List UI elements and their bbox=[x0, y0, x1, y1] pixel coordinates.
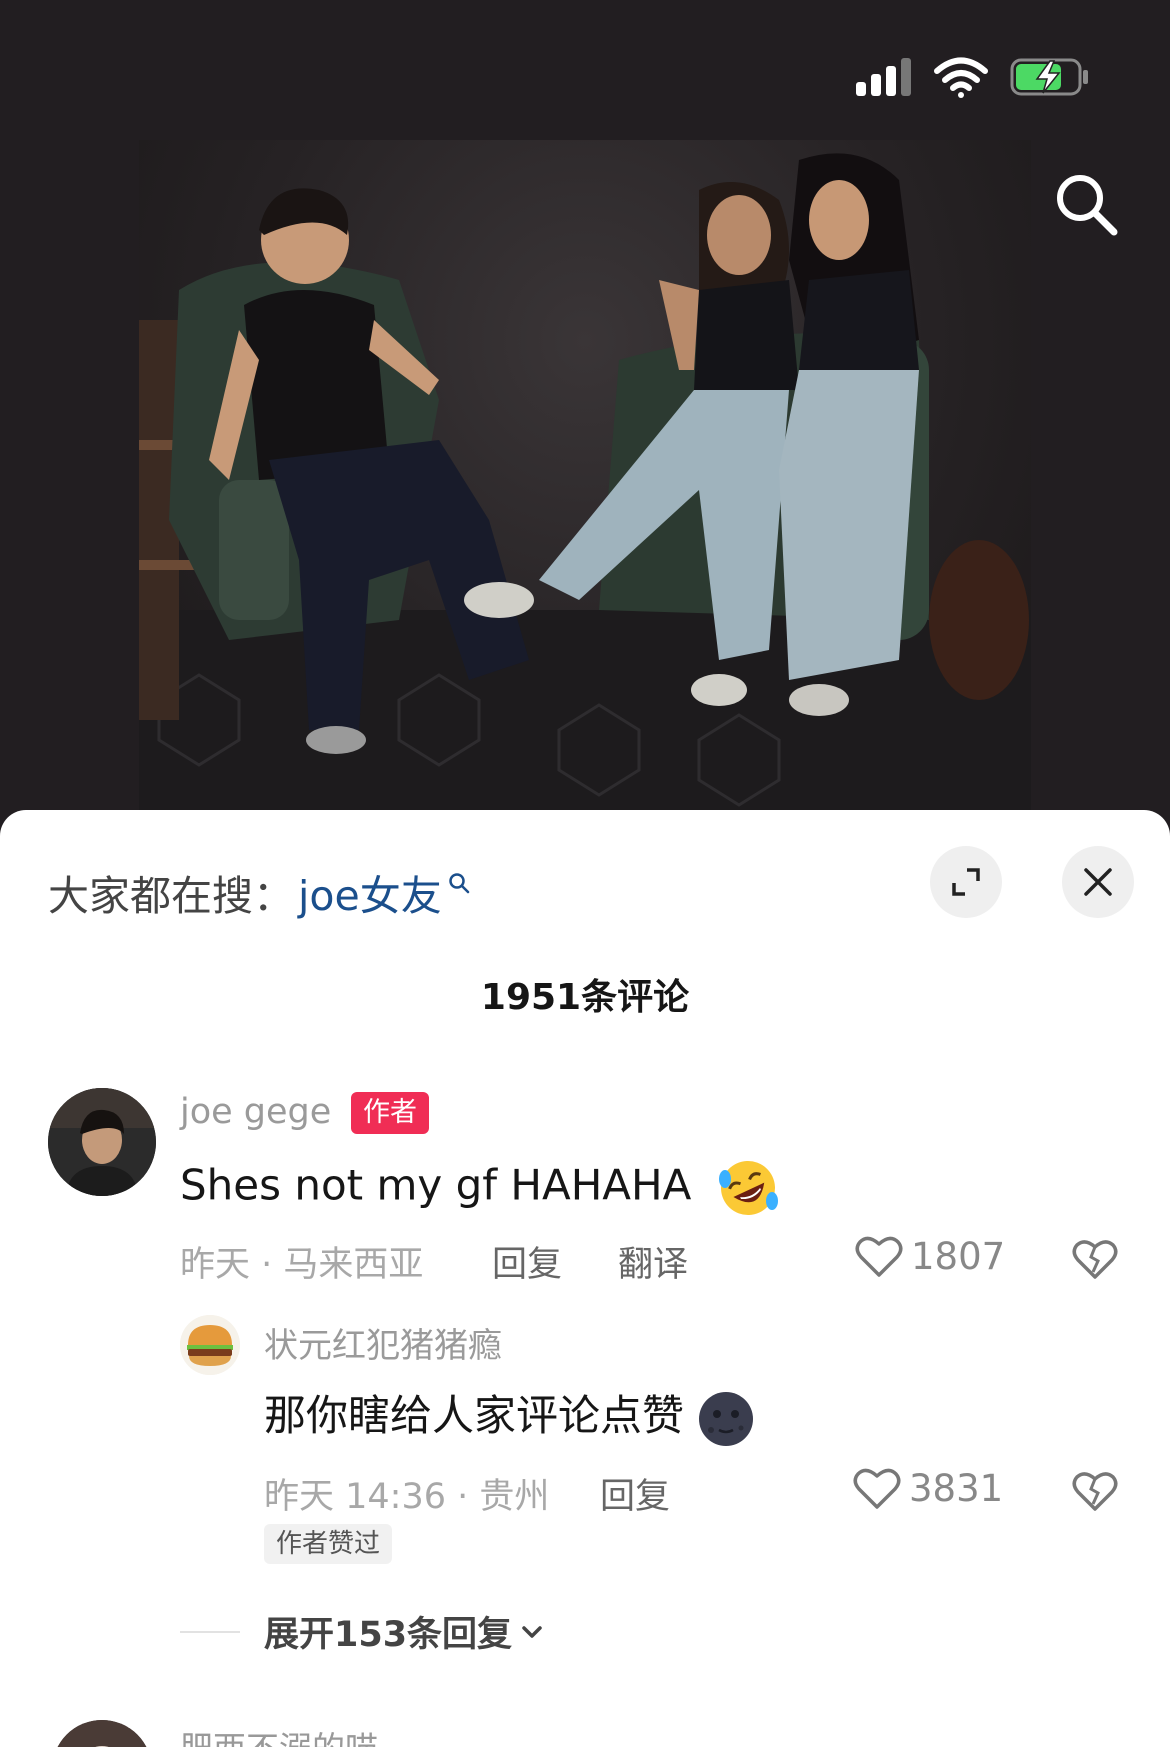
close-button[interactable] bbox=[1062, 846, 1134, 918]
avatar-image bbox=[52, 1720, 152, 1747]
hot-search-prefix: 大家都在搜： bbox=[48, 872, 294, 920]
like-button[interactable]: 1807 bbox=[855, 1234, 1005, 1278]
avatar-image bbox=[48, 1088, 156, 1196]
status-bar bbox=[0, 0, 1170, 140]
reply-like-count: 3831 bbox=[909, 1466, 1004, 1510]
video-frame[interactable] bbox=[139, 140, 1031, 810]
comment-text-content: Shes not my gf HAHAHA bbox=[180, 1160, 692, 1210]
comments-sheet: 大家都在搜： joe女友 1951条评论 joe gege 作者 Shes no… bbox=[0, 810, 1170, 1747]
avatar[interactable] bbox=[48, 1088, 156, 1196]
expand-button[interactable] bbox=[930, 846, 1002, 918]
new-moon-face-emoji bbox=[699, 1391, 754, 1446]
comment-count: 1951条评论 bbox=[480, 977, 690, 1018]
wifi-icon bbox=[934, 57, 988, 98]
translate-button[interactable]: 翻译 bbox=[618, 1236, 688, 1287]
reply-button[interactable]: 回复 bbox=[492, 1236, 562, 1287]
next-comment-avatar[interactable] bbox=[52, 1720, 152, 1747]
search-icon[interactable] bbox=[1052, 170, 1122, 240]
heart-icon bbox=[855, 1236, 903, 1277]
divider-line bbox=[180, 1630, 240, 1633]
author-badge: 作者 bbox=[351, 1092, 429, 1134]
next-comment-username[interactable]: 肥西不溺的喵 bbox=[180, 1722, 378, 1747]
dislike-heart-icon[interactable] bbox=[1072, 1470, 1118, 1512]
burger-avatar-image bbox=[180, 1315, 240, 1375]
dislike-heart-icon[interactable] bbox=[1072, 1238, 1118, 1280]
reply-username[interactable]: 状元红犯猪猪瘾 bbox=[264, 1318, 502, 1367]
expand-replies-button[interactable]: 展开153条回复 bbox=[180, 1606, 546, 1657]
author-liked-tag: 作者赞过 bbox=[264, 1524, 393, 1564]
reply-reply-button[interactable]: 回复 bbox=[600, 1468, 670, 1519]
signal-icon bbox=[856, 58, 916, 96]
expand-icon bbox=[952, 868, 980, 896]
reply-meta: 昨天 14:36 · 贵州 bbox=[264, 1477, 550, 1517]
battery-charging-icon bbox=[1010, 58, 1088, 96]
comment-text: Shes not my gf HAHAHA bbox=[180, 1157, 779, 1219]
reply-avatar[interactable] bbox=[180, 1315, 240, 1375]
search-icon bbox=[448, 873, 469, 894]
hot-search-bar[interactable]: 大家都在搜： joe女友 bbox=[48, 862, 470, 922]
comment-meta: 昨天 · 马来西亚 bbox=[180, 1245, 424, 1285]
expand-replies-label: 展开153条回复 bbox=[264, 1615, 513, 1655]
reply-text: 那你瞎给人家评论点赞 bbox=[264, 1382, 755, 1448]
reply-text-content: 那你瞎给人家评论点赞 bbox=[264, 1391, 685, 1440]
chevron-down-icon bbox=[522, 1625, 542, 1638]
like-count: 1807 bbox=[911, 1234, 1006, 1278]
heart-icon bbox=[853, 1468, 901, 1509]
comment-username[interactable]: joe gege bbox=[180, 1092, 331, 1132]
hot-search-term[interactable]: joe女友 bbox=[298, 862, 442, 922]
rolling-laughing-emoji bbox=[718, 1161, 778, 1215]
photo-illustration bbox=[139, 153, 1031, 810]
close-icon bbox=[1084, 868, 1112, 896]
reply-like-button[interactable]: 3831 bbox=[853, 1466, 1003, 1510]
